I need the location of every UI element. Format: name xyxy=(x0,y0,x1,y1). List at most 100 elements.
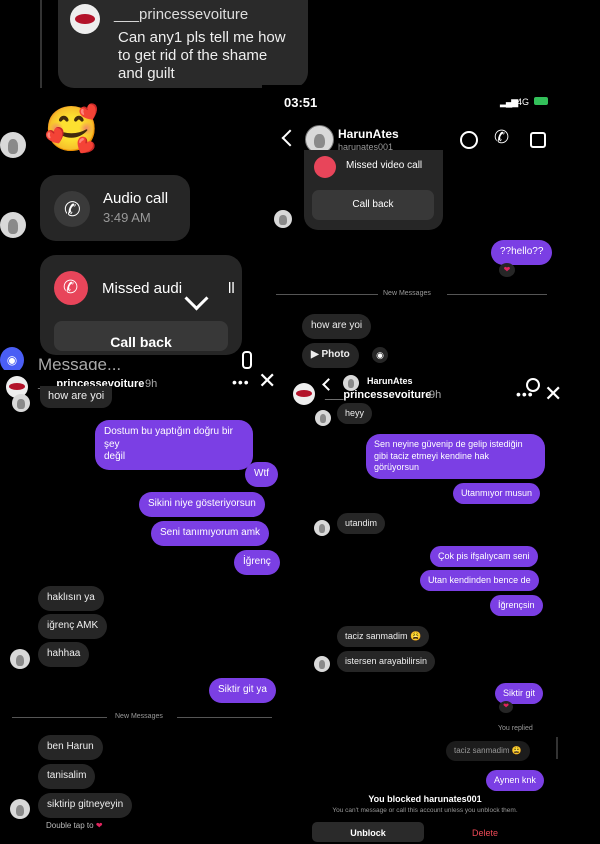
quote-text-line-2: to get rid of the shame xyxy=(118,47,268,64)
quoted-message-card[interactable]: ___princessevoiture Can any1 pls tell me… xyxy=(58,0,308,88)
close-icon[interactable]: ✕ xyxy=(258,368,276,394)
audio-call-title: Audio call xyxy=(103,190,169,207)
right-chat-panel: HarunAtes ___princessevoiture 9h ••• ✕ h… xyxy=(290,372,600,842)
blocked-notice: You blocked harunates001 You can't messa… xyxy=(290,788,560,814)
incoming-message[interactable]: ben Harun xyxy=(38,735,103,760)
outgoing-message[interactable]: İğrençsin xyxy=(490,595,543,617)
photo-label: Photo xyxy=(321,349,350,360)
lips-icon xyxy=(296,390,312,397)
missed-audio-title: Missed audi xyxy=(102,280,183,297)
post-time: 9h xyxy=(145,378,158,390)
blocked-subtitle: You can't message or call this account u… xyxy=(332,807,518,814)
you-replied-label: You replied xyxy=(498,725,533,732)
close-icon[interactable]: ✕ xyxy=(544,381,562,407)
phone-icon: ✆ xyxy=(64,199,81,221)
double-tap-hint: Double tap to ❤ xyxy=(46,821,103,830)
lips-icon xyxy=(75,14,95,24)
double-tap-text: Double tap to xyxy=(46,821,94,830)
incoming-message[interactable]: iğrenç AMK xyxy=(38,614,108,639)
microphone-icon[interactable] xyxy=(242,351,252,369)
contact-avatar[interactable] xyxy=(315,410,331,426)
quote-text-line-3: and guilt xyxy=(118,65,175,82)
emoji-reaction: 🥰 xyxy=(44,105,99,154)
missed-call-icon-circle: ✆ xyxy=(54,271,88,305)
signal-icon: ▂▄▆ xyxy=(500,97,518,107)
contact-name: HarunAtes xyxy=(338,127,399,141)
incoming-message[interactable]: tanisalim xyxy=(38,764,96,789)
profile-username: ___princessevoiture xyxy=(325,389,432,401)
outgoing-message[interactable]: Çok pis ifşalıycam seni xyxy=(430,546,538,568)
header-contact-name: HarunAtes xyxy=(367,376,413,386)
phone-call-icon[interactable]: ✆ xyxy=(494,127,509,148)
outgoing-message[interactable]: Wtf xyxy=(245,462,278,487)
outgoing-message[interactable]: ??hello?? xyxy=(491,240,553,265)
outgoing-message[interactable]: Siktir git ya xyxy=(209,678,276,703)
incoming-message[interactable]: utandim xyxy=(337,513,386,535)
quote-username: ___princessevoiture xyxy=(114,6,249,23)
battery-icon xyxy=(534,97,548,105)
camera-icon: ◉ xyxy=(6,353,18,367)
heart-reaction[interactable]: ❤ xyxy=(499,701,513,713)
missed-audio-call-card[interactable]: ✆ Missed audi ll Call back xyxy=(40,255,242,355)
outgoing-message[interactable]: Sen neyine güvenip de gelip istediğin gi… xyxy=(366,434,545,480)
delete-button[interactable]: Delete xyxy=(430,822,540,842)
quote-avatar xyxy=(70,4,100,34)
back-chevron-icon[interactable] xyxy=(281,129,299,147)
incoming-message[interactable]: siktirip gitneyeyin xyxy=(38,793,133,818)
contact-avatar[interactable] xyxy=(10,799,30,819)
unblock-button[interactable]: Unblock xyxy=(312,822,424,842)
outgoing-message[interactable]: Dostum bu yaptığın doğru bir şey değil xyxy=(95,420,253,470)
heart-icon: ❤ xyxy=(95,821,103,830)
left-chat-panel: ___princessevoiture 9h ••• ✕ how are yoi… xyxy=(0,368,290,837)
incoming-message[interactable]: istersen arayabilirsin xyxy=(337,651,436,673)
incoming-message[interactable]: taciz sanmadim 😩 xyxy=(337,626,430,648)
contact-avatar[interactable] xyxy=(12,394,30,412)
missed-video-label: Missed video call xyxy=(346,160,423,171)
profile-avatar[interactable] xyxy=(293,383,315,405)
call-back-button[interactable]: Call back xyxy=(312,190,434,220)
outgoing-message[interactable]: Utan kendinden bence de xyxy=(420,570,539,592)
message-line: görüyorsun xyxy=(374,462,420,473)
call-back-label: Call back xyxy=(352,199,394,210)
quoted-reply: taciz sanmadim 😩 xyxy=(446,741,530,761)
video-call-icon[interactable] xyxy=(530,132,546,148)
outgoing-message[interactable]: Utanmıyor musun xyxy=(453,483,541,505)
effects-icon[interactable] xyxy=(460,131,478,149)
incoming-message[interactable]: heyy xyxy=(337,403,373,425)
composer-bar: ◉ Message... xyxy=(0,343,262,374)
reply-thread-line xyxy=(556,737,558,759)
outgoing-message[interactable]: Sikini niye gösteriyorsun xyxy=(139,492,265,517)
phone-icon-circle: ✆ xyxy=(54,191,90,227)
contact-avatar[interactable] xyxy=(0,132,26,158)
more-options-icon[interactable]: ••• xyxy=(232,374,250,390)
photo-message[interactable]: ▶ Photo xyxy=(302,343,359,368)
contact-avatar[interactable] xyxy=(0,212,26,238)
contact-avatar[interactable] xyxy=(314,520,330,536)
outgoing-message[interactable]: İğrenç xyxy=(234,550,280,575)
contact-avatar[interactable] xyxy=(274,210,292,228)
heart-reaction[interactable]: ❤ xyxy=(499,263,515,277)
contact-avatar[interactable] xyxy=(10,649,30,669)
incoming-message[interactable]: how are yoi xyxy=(40,386,113,408)
missed-video-call-card[interactable]: Missed video call Call back xyxy=(304,150,443,230)
lips-icon xyxy=(9,383,25,390)
new-messages-divider xyxy=(276,294,378,295)
new-messages-divider xyxy=(177,717,272,718)
camera-icon[interactable]: ◉ xyxy=(372,347,388,363)
message-line: Sen neyine güvenip de gelip istediğin xyxy=(374,439,523,449)
contact-avatar[interactable] xyxy=(314,656,330,672)
message-line: gibi taciz etmeyi kendine hak xyxy=(374,450,490,461)
message-line: Dostum bu yaptığın doğru bir şey xyxy=(104,426,233,450)
audio-call-time: 3:49 AM xyxy=(103,210,151,225)
outgoing-message[interactable]: Seni tanımıyorum amk xyxy=(151,521,270,546)
missed-call-icon: ✆ xyxy=(63,277,79,297)
new-messages-label: New Messages xyxy=(115,713,163,720)
reply-thread-line xyxy=(40,0,42,88)
missed-video-icon xyxy=(314,156,336,178)
audio-call-card[interactable]: ✆ Audio call 3:49 AM xyxy=(40,175,190,241)
incoming-message[interactable]: hahhaa xyxy=(38,642,90,667)
quote-text-line-1: Can any1 pls tell me how xyxy=(118,29,286,46)
incoming-message[interactable]: haklısın ya xyxy=(38,586,104,611)
incoming-message[interactable]: how are yoi xyxy=(302,314,372,339)
more-options-icon[interactable]: ••• xyxy=(516,386,534,402)
